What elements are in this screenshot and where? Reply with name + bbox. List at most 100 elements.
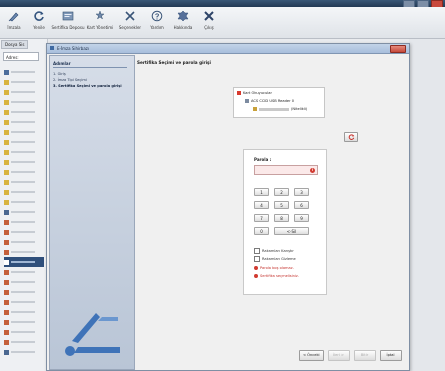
- key-9[interactable]: 9: [294, 214, 309, 222]
- sign-button[interactable]: İmzala: [3, 7, 25, 30]
- file-icon: [4, 269, 9, 275]
- e-signature-logo-icon: [65, 313, 120, 356]
- certificate-icon: [253, 107, 257, 111]
- options-button[interactable]: Seçenekler: [117, 7, 143, 30]
- dialog-close-button[interactable]: [390, 45, 406, 53]
- exit-button[interactable]: Çıkış: [198, 7, 220, 30]
- file-tree-item[interactable]: [4, 297, 44, 307]
- hide-digits-checkbox[interactable]: [254, 256, 260, 262]
- file-tree-item[interactable]: [4, 177, 44, 187]
- steps-heading: Adımlar: [53, 61, 127, 68]
- shuffle-digits-checkbox[interactable]: [254, 248, 260, 254]
- help-button[interactable]: Yardım: [146, 7, 168, 30]
- file-icon: [4, 289, 9, 295]
- wizard-buttons: < Önceki İleri > Bitir İptal: [299, 350, 402, 361]
- file-tree-item[interactable]: [4, 267, 44, 277]
- key-2[interactable]: 2: [274, 188, 289, 196]
- file-system-tab[interactable]: Dosya Sis: [1, 40, 29, 49]
- window-controls: [403, 0, 443, 8]
- key-7[interactable]: 7: [254, 214, 269, 222]
- file-tree-item[interactable]: [4, 187, 44, 197]
- shuffle-digits-label: Rakamları Karıştır: [262, 249, 294, 253]
- file-tree-item[interactable]: [4, 127, 44, 137]
- file-tree-item[interactable]: [4, 197, 44, 207]
- file-tree-item-selected[interactable]: [4, 257, 44, 267]
- file-icon: [4, 339, 9, 345]
- certificate-store-button[interactable]: Sertifika Deposu: [52, 7, 84, 30]
- file-tree-item[interactable]: [4, 107, 44, 117]
- file-tree-item[interactable]: [4, 237, 44, 247]
- pin-input[interactable]: !: [254, 165, 318, 175]
- file-tree-item[interactable]: [4, 87, 44, 97]
- file-tree-item[interactable]: [4, 137, 44, 147]
- tree-node-certificate[interactable]: (Nitelikli): [253, 107, 307, 111]
- file-tree-item[interactable]: [4, 117, 44, 127]
- card-management-button[interactable]: Kart Yönetimi: [86, 7, 114, 30]
- file-tree-item[interactable]: [4, 347, 44, 357]
- file-tree-item[interactable]: [4, 227, 44, 237]
- file-tree-item[interactable]: [4, 167, 44, 177]
- refresh-label: Yenile: [33, 25, 45, 30]
- file-tree-item[interactable]: [4, 287, 44, 297]
- hide-digits-option[interactable]: Rakamları Gizleme: [254, 256, 296, 262]
- certificate-store-icon: [62, 11, 74, 21]
- folder-icon: [4, 189, 9, 195]
- main-toolbar: İmzala Yenile Sertifika Deposu Kart Yöne…: [0, 7, 445, 39]
- file-tree-item[interactable]: [4, 217, 44, 227]
- shuffle-digits-option[interactable]: Rakamları Karıştır: [254, 248, 294, 254]
- smart-card-icon: [245, 99, 249, 103]
- redacted-certificate-name: [259, 107, 289, 111]
- folder-icon: [4, 179, 9, 185]
- file-tree-item[interactable]: [4, 337, 44, 347]
- folder-icon: [4, 119, 9, 125]
- error-no-certificate: Sertifika seçmelisiniz.: [254, 274, 299, 278]
- file-tree-item[interactable]: [4, 77, 44, 87]
- file-tree-item[interactable]: [4, 317, 44, 327]
- address-field[interactable]: Adres:: [3, 52, 39, 61]
- file-icon: [4, 259, 9, 265]
- file-tree-item[interactable]: [4, 327, 44, 337]
- folder-icon: [4, 109, 9, 115]
- tree-root-label: Kart Okuyucular: [243, 91, 272, 95]
- window-titlebar: [0, 0, 445, 8]
- key-5[interactable]: 5: [274, 201, 289, 209]
- file-tree-item[interactable]: [4, 247, 44, 257]
- key-0[interactable]: 0: [254, 227, 269, 235]
- steps-list: 1. Giriş 2. İmza Tipi Seçimi 3. Sertifik…: [53, 71, 134, 89]
- tree-node-card-readers[interactable]: Kart Okuyucular: [237, 91, 272, 95]
- file-icon: [4, 249, 9, 255]
- finish-button[interactable]: Bitir: [353, 350, 376, 361]
- file-tree-item[interactable]: [4, 97, 44, 107]
- key-4[interactable]: 4: [254, 201, 269, 209]
- refresh-readers-button[interactable]: [344, 132, 358, 142]
- tree-node-reader[interactable]: ACS CCID USB Reader 0: [245, 99, 294, 103]
- options-label: Seçenekler: [118, 25, 142, 30]
- file-tree-item[interactable]: [4, 67, 44, 77]
- about-button[interactable]: Hakkında: [171, 7, 195, 30]
- pin-entry-panel: Parola : ! 1 2 3 4 5 6 7 8 9 0 <-Sil Rak…: [243, 149, 327, 295]
- key-6[interactable]: 6: [294, 201, 309, 209]
- file-tree-item[interactable]: [4, 147, 44, 157]
- file-tree-item[interactable]: [4, 157, 44, 167]
- dialog-titlebar: E-İmza Sihirbazı: [47, 44, 409, 54]
- file-tree-item[interactable]: [4, 307, 44, 317]
- key-8[interactable]: 8: [274, 214, 289, 222]
- refresh-toolbar-button[interactable]: Yenile: [28, 7, 50, 30]
- pen-icon: [8, 12, 19, 22]
- back-button[interactable]: < Önceki: [299, 350, 324, 361]
- key-1[interactable]: 1: [254, 188, 269, 196]
- file-icon: [4, 309, 9, 315]
- refresh-icon: [34, 11, 44, 21]
- folder-icon: [4, 139, 9, 145]
- help-icon: [151, 10, 163, 22]
- key-3[interactable]: 3: [294, 188, 309, 196]
- error-pin-empty: Parola boş olamaz.: [254, 266, 294, 270]
- next-button[interactable]: İleri >: [327, 350, 350, 361]
- cancel-button[interactable]: İptal: [379, 350, 402, 361]
- key-delete[interactable]: <-Sil: [274, 227, 309, 235]
- wizard-steps-sidebar: Adımlar 1. Giriş 2. İmza Tipi Seçimi 3. …: [49, 55, 135, 370]
- file-icon: [4, 329, 9, 335]
- file-tree-item[interactable]: [4, 207, 44, 217]
- folder-icon: [4, 169, 9, 175]
- file-tree-item[interactable]: [4, 277, 44, 287]
